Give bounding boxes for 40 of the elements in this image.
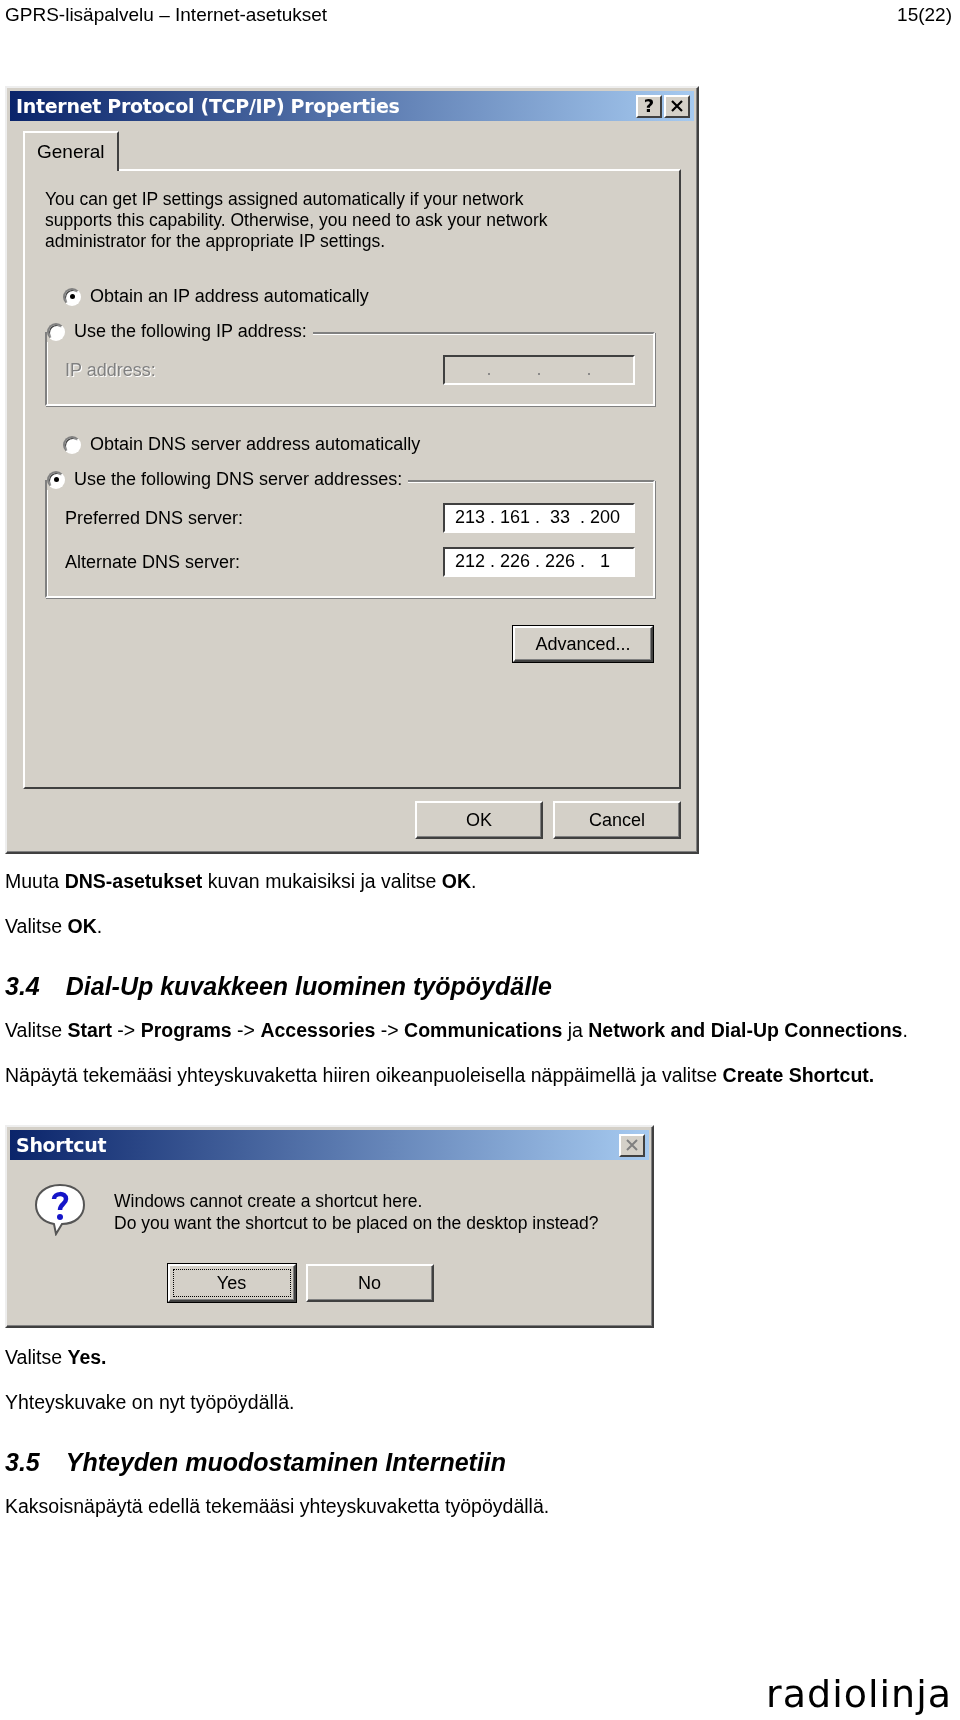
tab[interactable]: General <box>23 131 119 171</box>
advanced-button[interactable]: Advanced... <box>513 626 653 662</box>
help-button[interactable]: ? <box>636 94 662 118</box>
page-number: 15(22) <box>897 4 952 26</box>
instruction-text: Valitse Yes. <box>5 1345 108 1370</box>
dialog-button[interactable]: Cancel <box>553 801 681 839</box>
dialog-button[interactable]: No <box>305 1264 434 1302</box>
close-button[interactable] <box>664 94 690 118</box>
window-title: Internet Protocol (TCP/IP) Properties <box>16 95 400 117</box>
radio-button[interactable] <box>47 470 65 489</box>
close-button[interactable] <box>619 1133 645 1157</box>
instruction-text: Yhteyskuvake on nyt työpöydällä. <box>5 1390 296 1415</box>
window-title: Shortcut <box>16 1134 107 1156</box>
radio-label[interactable]: Obtain DNS server address automatically <box>90 434 421 455</box>
instruction-text: Näpäytä tekemääsi yhteyskuvaketta hiiren oikeanpuoleisella näppäimellä ja valitse Create Shortcut. <box>5 1063 876 1088</box>
dialog-button[interactable]: OK <box>415 801 543 839</box>
instruction-text: Kaksoisnäpäytä edellä tekemääsi yhteyskuvaketta työpöydällä. <box>5 1494 551 1519</box>
instruction-text: Muuta DNS-asetukset kuvan mukaisiksi ja valitse OK. <box>5 869 478 894</box>
close-icon <box>670 100 684 112</box>
section-heading: Dial-Up kuvakkeen luominen työpöydälle <box>65 972 552 1001</box>
ip-address-field[interactable]: 212 . 226 . 226 . 1 <box>443 547 635 577</box>
dialog-button[interactable]: Yes <box>167 1264 296 1302</box>
close-icon <box>625 1139 639 1151</box>
radio-label[interactable]: Obtain an IP address automatically <box>90 286 369 307</box>
instruction-text: Valitse Start -> Programs -> Accessories -> Communications ja Network and Dial-Up Connections. <box>5 1018 909 1043</box>
field-label: Preferred DNS server: <box>65 507 244 529</box>
radio-button[interactable] <box>63 287 81 306</box>
radio-button[interactable] <box>47 322 65 341</box>
instruction-text: Valitse OK. <box>5 914 104 939</box>
company-logo: radiolinja <box>766 1672 952 1716</box>
section-number: 3.4 <box>5 972 40 1001</box>
document-title: GPRS-lisäpalvelu – Internet-asetukset <box>5 4 328 26</box>
section-heading: Yhteyden muodostaminen Internetiin <box>65 1448 507 1477</box>
intro-text: You can get IP settings assigned automatically if your network supports this capability. Otherwise, you need to ask your network administrator for the appropriate IP settings. <box>45 189 549 252</box>
section-number: 3.5 <box>5 1448 40 1477</box>
message-text: Windows cannot create a shortcut here. Do you want the shortcut to be placed on the desktop instead? <box>114 1190 599 1234</box>
radio-button[interactable] <box>63 435 81 454</box>
field-label: IP address: <box>65 359 156 381</box>
field-label: Alternate DNS server: <box>65 551 241 573</box>
ip-address-field[interactable]: 213 . 161 . 33 . 200 <box>443 503 635 533</box>
